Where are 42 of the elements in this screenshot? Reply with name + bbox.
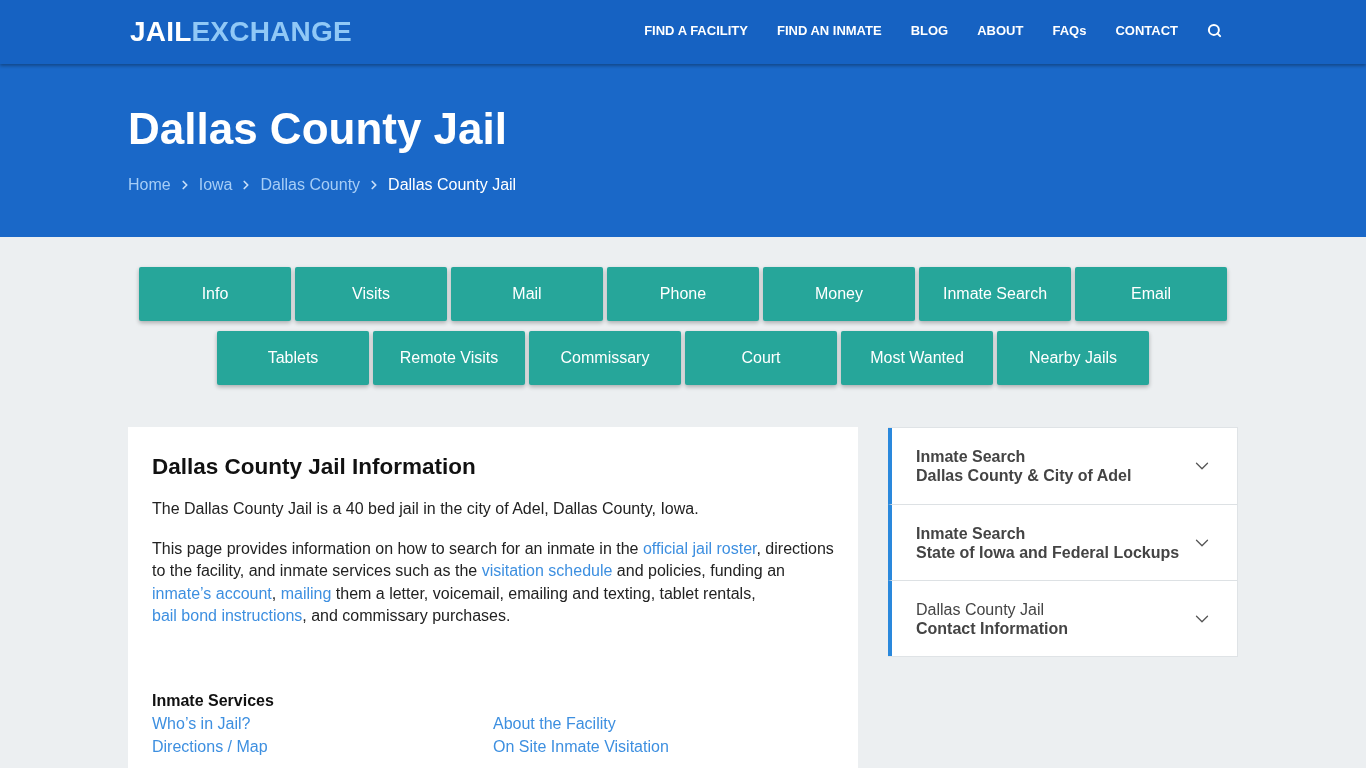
service-link[interactable]: On Site Inmate Visitation [493, 734, 669, 758]
service-button[interactable]: Phone [607, 267, 759, 321]
breadcrumb-link[interactable]: Dallas County [260, 174, 361, 196]
service-button[interactable]: Email [1075, 267, 1227, 321]
service-button[interactable]: Inmate Search [919, 267, 1071, 321]
breadcrumb-link[interactable]: Iowa [198, 174, 233, 196]
service-button[interactable]: Mail [451, 267, 603, 321]
section-heading: Inmate Services [152, 690, 275, 711]
nav-link[interactable]: CONTACT [1115, 23, 1178, 38]
service-button[interactable]: Court [685, 331, 837, 385]
nav-link[interactable]: FAQs [1052, 23, 1087, 38]
service-button[interactable]: Nearby Jails [997, 331, 1149, 385]
service-link[interactable]: Directions / Map [152, 734, 268, 758]
service-link[interactable]: About the Facility [493, 711, 616, 735]
service-button[interactable]: Most Wanted [841, 331, 993, 385]
nav-link[interactable]: BLOG [910, 23, 949, 38]
accordion-item[interactable]: Inmate Search State of Iowa and Federal Lockups [888, 504, 1237, 580]
nav-link[interactable]: FIND AN INMATE [776, 23, 882, 38]
service-button[interactable]: Commissary [529, 331, 681, 385]
page-title: Dallas County Jail [128, 103, 507, 155]
text-link[interactable]: bail bond instructions [152, 607, 303, 624]
text-link[interactable]: official jail roster [642, 539, 757, 557]
breadcrumb-link[interactable]: Home [128, 174, 171, 196]
paragraph: The Dallas County Jail is a 40 bed jail in the city of Adel, Dallas County, Iowa. [152, 499, 700, 519]
service-button[interactable]: Money [763, 267, 915, 321]
card-heading: Dallas County Jail Information [152, 453, 477, 481]
accordion-item[interactable]: Dallas County Jail Contact Information [888, 580, 1237, 656]
site-logo[interactable]: JAILEXCHANGE [128, 16, 352, 48]
service-button[interactable]: Remote Visits [373, 331, 525, 385]
search-button[interactable] [1207, 23, 1222, 38]
service-link[interactable]: Who’s in Jail? [152, 711, 251, 735]
service-button[interactable]: Info [139, 267, 291, 321]
search-icon [1207, 23, 1222, 38]
text-link[interactable]: mailing [280, 584, 332, 602]
paragraph: This page provides information on how to search for an inmate in the official jail roster, directions to the facility, and inmate services such as the visitation schedule and policies, funding an inmate’s account, mailing them a letter, voicemail, emailing and texting, tablet rentals, bail bond instructions, and commissary purchases. [152, 538, 834, 626]
nav-link[interactable]: FIND A FACILITY [644, 23, 748, 38]
text-link[interactable]: visitation schedule [481, 562, 613, 579]
nav-link[interactable]: ABOUT [977, 23, 1024, 38]
text-link[interactable]: inmate’s account [152, 584, 272, 602]
current-page-label: Dallas County Jail [388, 175, 517, 195]
service-button[interactable]: Tablets [217, 331, 369, 385]
service-button[interactable]: Visits [295, 267, 447, 321]
